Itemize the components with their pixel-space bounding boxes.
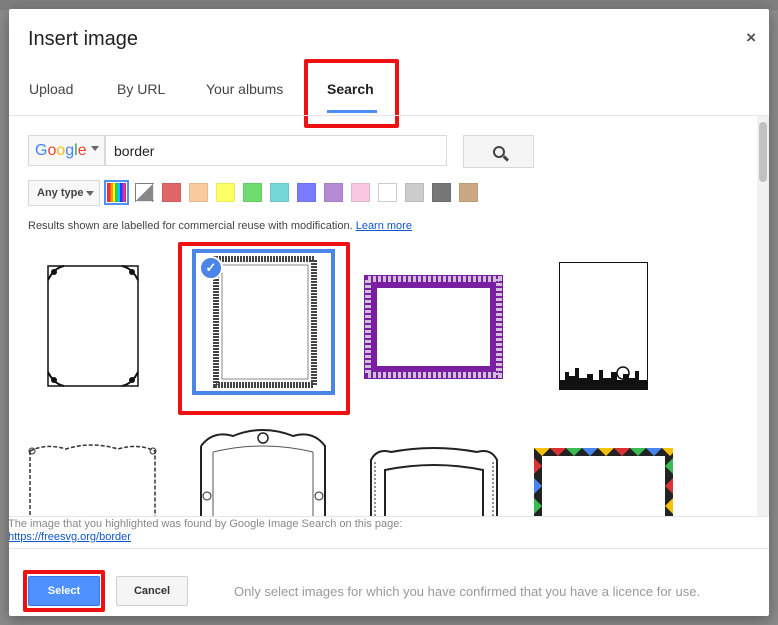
result-image-engraved-border[interactable] — [367, 446, 501, 516]
tab-search[interactable]: Search — [327, 81, 374, 97]
selected-image-area: ✓ — [196, 253, 331, 391]
type-filter-select[interactable]: Any type — [28, 180, 100, 206]
dialog-title: Insert image — [28, 28, 139, 50]
tab-upload[interactable]: Upload — [29, 81, 73, 97]
search-results-panel: Google Any type — [9, 116, 769, 516]
color-swatch-blue[interactable] — [297, 183, 316, 202]
active-tab-indicator — [327, 110, 377, 113]
color-swatch-transparent[interactable] — [135, 183, 154, 202]
color-swatch-yellow[interactable] — [216, 183, 235, 202]
scrollbar-thumb[interactable] — [759, 122, 767, 182]
color-swatch-multicolor[interactable] — [104, 180, 129, 205]
tab-bar: Upload By URL Your albums Search — [9, 71, 769, 115]
search-input[interactable] — [105, 135, 447, 166]
border-thumbnail — [200, 429, 326, 516]
color-swatch-green[interactable] — [243, 183, 262, 202]
color-swatch-purple[interactable] — [324, 183, 343, 202]
result-image-skyline-border[interactable] — [559, 262, 648, 390]
image-source-info: The image that you highlighted was found… — [9, 516, 769, 549]
color-swatch-red[interactable] — [162, 183, 181, 202]
search-engine-select[interactable]: Google — [28, 135, 105, 166]
border-thumbnail — [370, 447, 498, 516]
license-note: Results shown are labelled for commercia… — [28, 220, 412, 232]
result-image-baroque-border[interactable] — [193, 426, 333, 516]
color-swatch-pink[interactable] — [351, 183, 370, 202]
result-image-dark-chain-border[interactable]: ✓ — [192, 249, 335, 395]
color-swatch-black[interactable] — [432, 183, 451, 202]
dialog-footer: Select Cancel Only select images for whi… — [9, 548, 769, 616]
border-thumbnail — [47, 265, 139, 387]
border-thumbnail — [534, 448, 673, 516]
google-logo: Google — [35, 142, 87, 159]
insert-image-dialog: Insert image × Upload By URL Your albums… — [9, 9, 769, 616]
select-button[interactable]: Select — [28, 576, 100, 606]
checkmark-icon: ✓ — [199, 256, 223, 280]
border-thumbnail — [559, 262, 648, 390]
color-swatch-orange[interactable] — [189, 183, 208, 202]
learn-more-link[interactable]: Learn more — [356, 220, 412, 232]
chevron-down-icon — [86, 191, 94, 196]
license-note-text: Results shown are labelled for commercia… — [28, 220, 353, 232]
licence-message: Only select images for which you have co… — [234, 584, 701, 599]
color-swatch-brown[interactable] — [459, 183, 478, 202]
result-image-purple-lace-border[interactable] — [364, 275, 503, 379]
color-swatch-teal[interactable] — [270, 183, 289, 202]
border-thumbnail — [28, 444, 157, 516]
result-image-triangle-border[interactable] — [534, 448, 673, 516]
search-icon — [493, 146, 505, 158]
color-swatch-gray[interactable] — [405, 183, 424, 202]
search-button[interactable] — [463, 135, 534, 168]
close-icon[interactable]: × — [746, 28, 756, 48]
tab-your-albums[interactable]: Your albums — [206, 81, 283, 97]
cancel-button[interactable]: Cancel — [116, 576, 188, 606]
border-thumbnail — [364, 275, 503, 379]
type-filter-label: Any type — [37, 187, 84, 199]
tab-by-url[interactable]: By URL — [117, 81, 165, 97]
color-swatch-white[interactable] — [378, 183, 397, 202]
result-image-scroll-border[interactable] — [26, 441, 159, 516]
source-description: The image that you highlighted was found… — [9, 518, 403, 530]
result-image-ornate-corner-border[interactable] — [44, 262, 142, 390]
results-scrollbar[interactable] — [757, 116, 769, 516]
source-link[interactable]: https://freesvg.org/border — [9, 531, 131, 543]
chevron-down-icon — [91, 146, 99, 151]
